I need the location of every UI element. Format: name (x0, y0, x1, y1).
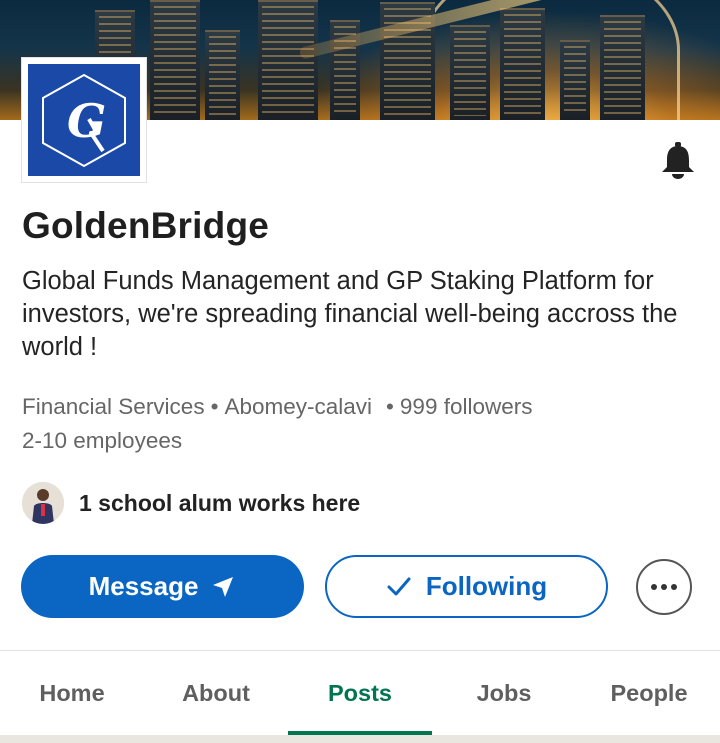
bell-icon[interactable] (660, 142, 696, 180)
followers-count[interactable]: 999 followers (400, 394, 533, 419)
company-name: GoldenBridge (22, 205, 270, 246)
logo-letter: G (67, 94, 106, 148)
tab-label: Home (39, 679, 105, 706)
message-label: Message (88, 571, 199, 601)
more-options-button[interactable] (636, 559, 692, 615)
check-icon (387, 577, 411, 595)
company-tagline: Global Funds Management and GP Staking P… (22, 267, 678, 361)
alum-text: 1 school alum works here (79, 489, 361, 516)
tab-home[interactable]: Home (10, 651, 134, 735)
tab-jobs[interactable]: Jobs (442, 651, 566, 735)
more-horizontal-icon (651, 584, 677, 590)
send-icon (213, 576, 234, 597)
tab-about[interactable]: About (154, 651, 278, 735)
tab-posts[interactable]: Posts (288, 651, 432, 735)
message-button[interactable]: Message (21, 555, 304, 618)
avatar (22, 482, 64, 524)
location: Abomey-calavi (224, 394, 373, 419)
following-label: Following (425, 571, 548, 601)
company-meta: Financial Services • Abomey-calavi • 999 fol… (22, 394, 533, 453)
page-tabs: Home About Posts Jobs People (0, 651, 720, 735)
bottom-strip (0, 735, 720, 743)
tab-label: Posts (328, 679, 392, 706)
tab-label: Jobs (476, 679, 532, 706)
tab-label: People (610, 679, 688, 706)
company-logo: G (21, 57, 147, 183)
tab-people[interactable]: People (586, 651, 712, 735)
industry: Financial Services (22, 394, 205, 419)
following-button[interactable]: Following (325, 555, 608, 618)
tab-label: About (182, 679, 250, 706)
alum-row[interactable]: 1 school alum works here (22, 481, 360, 525)
employee-count[interactable]: 2-10 employees (22, 428, 182, 453)
